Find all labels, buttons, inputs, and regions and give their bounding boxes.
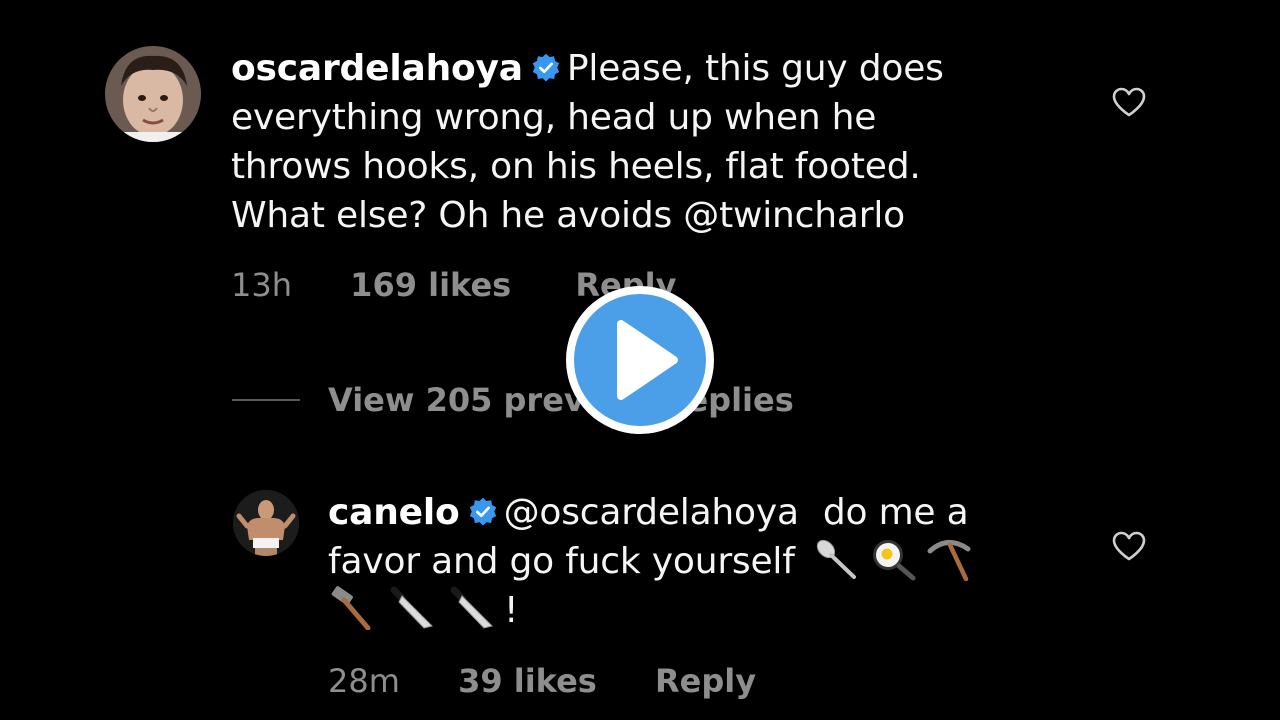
comment-text-segment: favor and go fuck yourself: [328, 541, 795, 582]
replies-divider: [232, 399, 300, 401]
comment-line: !: [328, 586, 1088, 635]
comment-line: favor and go fuck yourself: [328, 537, 1088, 586]
video-play-button[interactable]: [566, 286, 714, 434]
view-replies-label[interactable]: View 205 previous replies: [328, 381, 794, 419]
comment-text-segment: Please, this guy does: [566, 48, 944, 89]
avatar-canelo[interactable]: [233, 490, 299, 556]
comment-line: canelo @oscardelahoya do me a: [328, 488, 1088, 537]
pick-emoji-icon: [924, 537, 974, 581]
like-heart-icon[interactable]: [1111, 530, 1147, 562]
comment-canelo: canelo @oscardelahoya do me a favor and go…: [328, 488, 1088, 635]
verified-badge-icon: [531, 53, 561, 83]
username-oscardelahoya[interactable]: oscardelahoya: [231, 48, 523, 89]
verified-badge-icon: [468, 497, 498, 527]
comment-time: 13h: [231, 266, 292, 304]
avatar-oscardelahoya-image: [105, 46, 201, 142]
reply-button[interactable]: Reply: [655, 662, 756, 700]
frying-pan-egg-emoji-icon: [868, 537, 918, 581]
comment-time: 28m: [328, 662, 400, 700]
likes-count[interactable]: 169 likes: [350, 266, 511, 304]
comment-line: everything wrong, head up when he: [231, 97, 877, 138]
comment-oscardelahoya: oscardelahoya Please, this guy does every…: [231, 44, 1071, 240]
spoon-emoji-icon: [812, 537, 862, 581]
comment-line: What else? Oh he avoids @twincharlo: [231, 195, 905, 236]
play-icon: [574, 294, 706, 426]
avatar-canelo-image: [233, 490, 299, 556]
like-heart-icon[interactable]: [1111, 86, 1147, 118]
knife-emoji-icon: [448, 586, 498, 630]
username-canelo[interactable]: canelo: [328, 492, 460, 533]
comment-line: oscardelahoya Please, this guy does: [231, 44, 1071, 93]
hammer-emoji-icon: [328, 586, 378, 630]
comment-meta-canelo: 28m 39 likes Reply: [328, 662, 756, 700]
comment-text-segment: do me a: [822, 492, 969, 533]
likes-count[interactable]: 39 likes: [458, 662, 597, 700]
knife-emoji-icon: [388, 586, 438, 630]
mention-link[interactable]: @oscardelahoya: [504, 492, 799, 533]
instagram-comments-screenshot: oscardelahoya Please, this guy does every…: [0, 0, 1280, 720]
comment-line: throws hooks, on his heels, flat footed.: [231, 146, 921, 187]
comment-text-segment: !: [504, 590, 519, 631]
avatar-oscardelahoya[interactable]: [105, 46, 201, 142]
